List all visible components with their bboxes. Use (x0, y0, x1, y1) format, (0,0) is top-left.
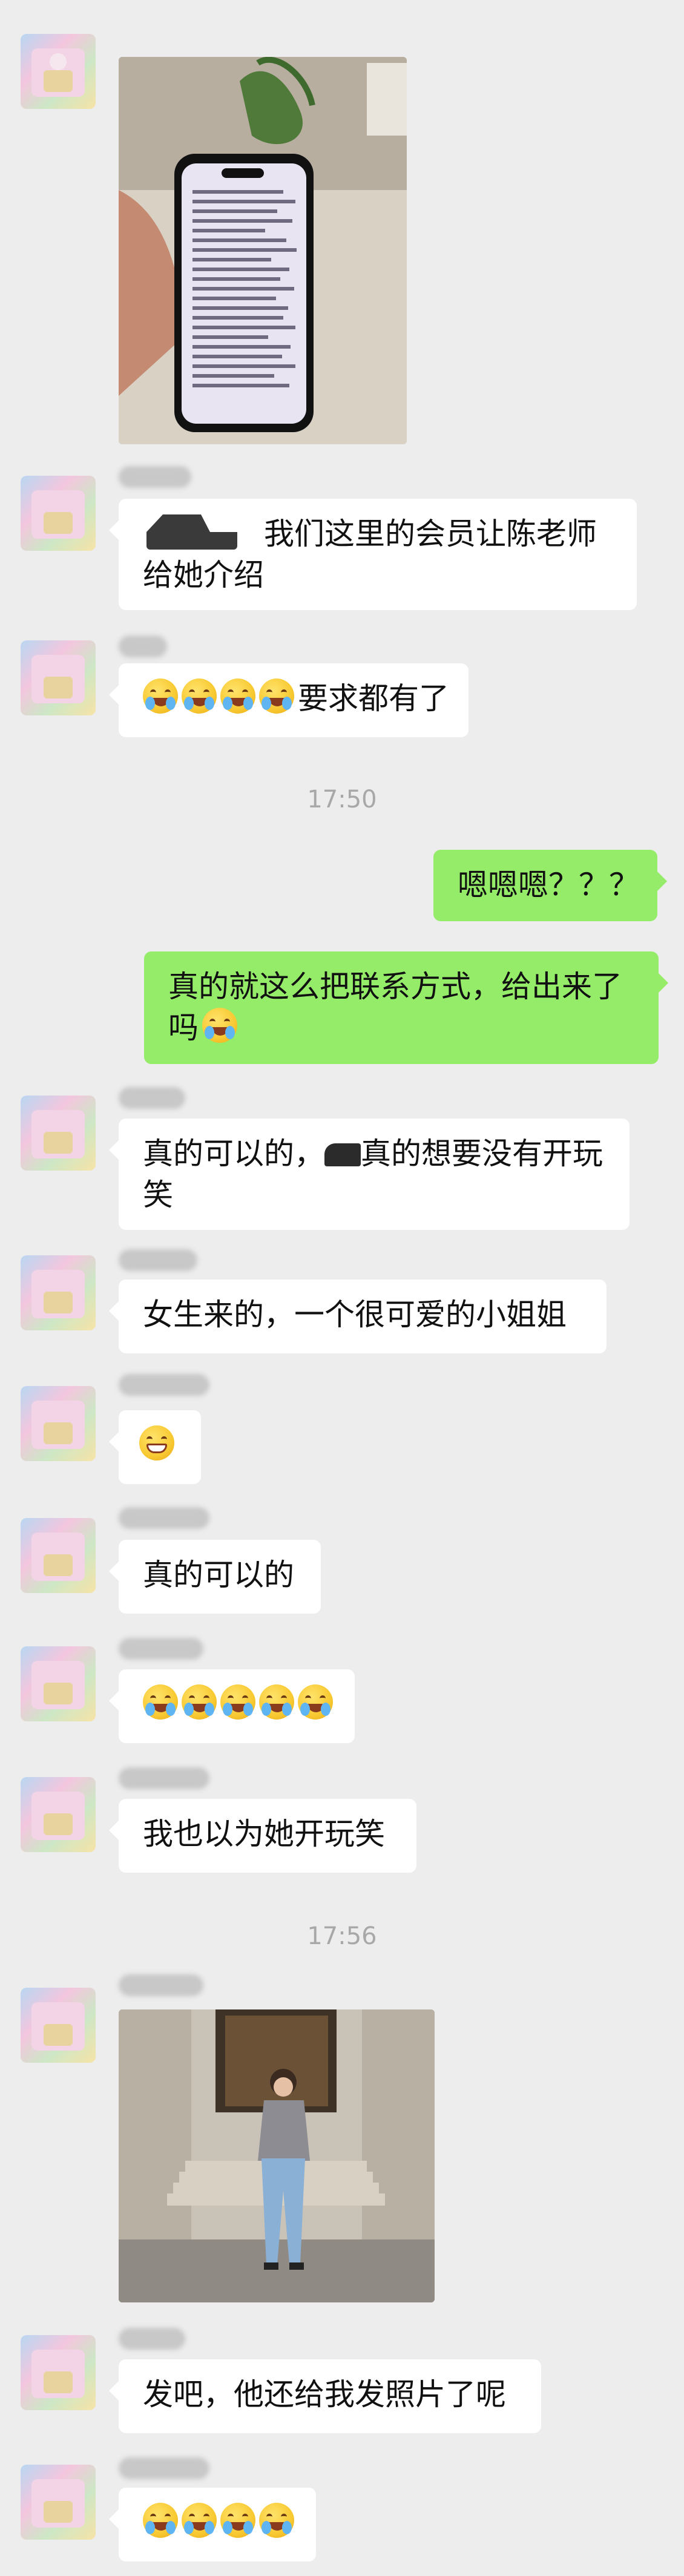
laugh-cry-emoji-icon (259, 1684, 294, 1720)
phone-photo-message[interactable] (119, 57, 407, 444)
laugh-cry-emoji-icon (220, 678, 255, 714)
sender-name-redacted (119, 2328, 185, 2350)
message-bubble[interactable]: 女生来的，一个很可爱的小姐姐 (109, 1280, 607, 1353)
message-bubble[interactable] (109, 1669, 355, 1743)
sender-name-redacted (119, 636, 167, 657)
laugh-cry-emoji-icon (220, 2503, 255, 2538)
message-text: 发吧，他还给我发照片了呢 (143, 2377, 506, 2412)
sender-name-redacted (119, 1638, 203, 1660)
sender-name-redacted (119, 1507, 209, 1529)
message-text: 嗯嗯嗯？？？ (458, 867, 639, 902)
message-bubble[interactable] (109, 1410, 201, 1484)
message-text-line2: 吗 (168, 1010, 199, 1045)
message-text-line2: 给她介绍 (143, 557, 264, 593)
sender-avatar[interactable] (21, 1988, 96, 2063)
laugh-cry-emoji-icon (182, 2503, 217, 2538)
laugh-cry-emoji-icon (182, 678, 217, 714)
laugh-cry-emoji-icon (143, 1684, 178, 1720)
message-text: 真的就这么把联系方式，给出来了 (168, 969, 622, 1004)
message-text-line2: 笑 (143, 1177, 173, 1212)
my-message-bubble[interactable]: 真的就这么把联系方式，给出来了 吗 (144, 951, 668, 1064)
message-bubble[interactable]: 真的可以的 (109, 1540, 321, 1614)
message-text: 真的可以的， (143, 1136, 324, 1171)
sender-avatar[interactable] (21, 1646, 96, 1721)
sender-name-redacted (119, 1087, 185, 1109)
laugh-cry-emoji-icon (220, 1684, 255, 1720)
sender-name-redacted (119, 1249, 197, 1271)
message-bubble[interactable]: 我们这里的会员让陈老师 给她介绍 (109, 499, 637, 610)
sender-avatar[interactable] (21, 34, 96, 109)
laugh-cry-emoji-icon (259, 678, 294, 714)
laugh-cry-emoji-icon (143, 2503, 178, 2538)
sender-avatar[interactable] (21, 476, 96, 551)
message-bubble[interactable]: 真的可以的， 真的想要没有开玩 笑 (109, 1119, 630, 1230)
message-text: 真的可以的 (143, 1557, 294, 1592)
message-bubble[interactable]: 我也以为她开玩笑 (109, 1799, 416, 1873)
my-message-bubble[interactable]: 嗯嗯嗯？？？ (433, 850, 667, 921)
laugh-cry-emoji-icon (298, 1684, 333, 1720)
sender-avatar[interactable] (21, 1386, 96, 1461)
sender-name-redacted (119, 2457, 209, 2479)
message-bubble[interactable]: 发吧，他还给我发照片了呢 (109, 2359, 541, 2433)
message-bubble[interactable]: 要求都有了 (109, 663, 469, 737)
laugh-cry-emoji-icon (202, 1008, 237, 1043)
sender-name-redacted (119, 1374, 209, 1396)
message-text: 女生来的，一个很可爱的小姐姐 (143, 1297, 567, 1332)
timestamp: 17:50 (307, 786, 377, 813)
sender-name-redacted (119, 1767, 209, 1789)
sender-avatar[interactable] (21, 2335, 96, 2410)
sender-avatar[interactable] (21, 1518, 96, 1593)
message-text: 我也以为她开玩笑 (143, 1816, 385, 1852)
sender-name-redacted (119, 1974, 203, 1996)
sender-avatar[interactable] (21, 1255, 96, 1330)
message-text: 要求都有了 (298, 681, 449, 716)
message-bubble[interactable] (109, 2488, 316, 2561)
grinning-face-emoji-icon (139, 1425, 174, 1460)
timestamp: 17:56 (307, 1922, 377, 1950)
woman-photo-message[interactable] (119, 2009, 435, 2302)
laugh-cry-emoji-icon (143, 678, 178, 714)
laugh-cry-emoji-icon (182, 1684, 217, 1720)
sender-name-redacted (119, 466, 191, 488)
redaction-mark (324, 1143, 361, 1166)
sender-avatar[interactable] (21, 1777, 96, 1852)
sender-avatar[interactable] (21, 640, 96, 715)
sender-avatar[interactable] (21, 1096, 96, 1171)
laugh-cry-emoji-icon (259, 2503, 294, 2538)
sender-avatar[interactable] (21, 2465, 96, 2540)
message-text-b: 真的想要没有开玩 (361, 1136, 603, 1171)
